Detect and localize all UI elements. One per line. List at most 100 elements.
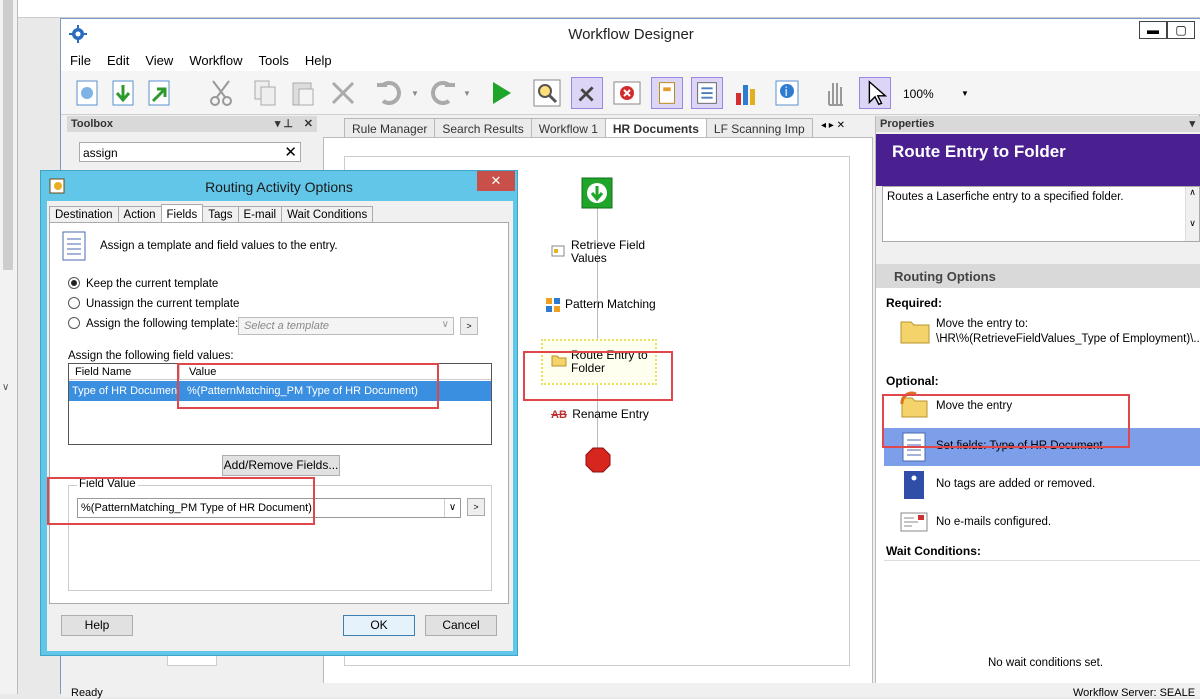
menu-help[interactable]: Help — [296, 49, 339, 68]
minimize-button[interactable]: ▬ — [1139, 21, 1167, 39]
tab-tags[interactable]: Tags — [202, 206, 239, 223]
scroll-thumb[interactable] — [3, 0, 13, 270]
cancel-button[interactable]: Cancel — [425, 615, 497, 636]
tab-search-results[interactable]: Search Results — [434, 118, 532, 138]
dialog-title-bar: Routing Activity Options ✕ — [41, 171, 517, 201]
wait-conditions-label: Wait Conditions: — [886, 544, 981, 558]
move-to-label: Move the entry to: — [936, 318, 1029, 330]
add-remove-fields-button[interactable]: Add/Remove Fields... — [222, 455, 340, 476]
radio-keep-icon[interactable] — [68, 277, 80, 289]
activity-description: Routes a Laserfiche entry to a specified… — [887, 191, 1124, 203]
highlight-route-entry — [523, 351, 673, 401]
tools-icon[interactable] — [571, 77, 603, 109]
pointer-icon[interactable] — [859, 77, 891, 109]
dialog-close-button[interactable]: ✕ — [477, 171, 515, 191]
pin-icon[interactable]: ▾ ⊥ — [275, 117, 293, 130]
close-icon[interactable]: ✕ — [304, 117, 313, 130]
properties-icon[interactable] — [651, 77, 683, 109]
rename-icon: AB — [551, 409, 567, 421]
tags-item[interactable]: No tags are added or removed. — [884, 466, 1200, 504]
play-icon[interactable] — [485, 77, 517, 109]
paste-icon[interactable] — [287, 77, 319, 109]
clear-search-icon[interactable]: ✕ — [284, 143, 297, 161]
export-icon[interactable] — [143, 77, 175, 109]
maximize-button[interactable]: ▢ — [1167, 21, 1195, 39]
dialog-tabs: Destination Action Fields Tags E-mail Wait Co… — [49, 204, 374, 223]
undo-icon[interactable] — [373, 77, 405, 109]
chart-icon[interactable] — [731, 77, 763, 109]
radio-unassign-template[interactable]: Unassign the current template — [68, 297, 239, 310]
cut-icon[interactable] — [205, 77, 237, 109]
email-icon — [900, 512, 928, 532]
tab-lf-scanning[interactable]: LF Scanning Imp — [705, 118, 813, 138]
status-left: Ready — [71, 687, 103, 699]
menu-edit[interactable]: Edit — [98, 49, 136, 68]
menu-tools[interactable]: Tools — [250, 49, 296, 68]
menu-workflow[interactable]: Workflow — [180, 49, 249, 68]
chevron-down-icon[interactable]: ▼ — [961, 89, 969, 98]
tab-action[interactable]: Action — [117, 206, 162, 223]
chevron-down-icon[interactable]: ∨ — [444, 499, 460, 517]
menu-file[interactable]: File — [61, 49, 98, 68]
email-label: No e-mails configured. — [936, 516, 1052, 528]
radio-keep-template[interactable]: Keep the current template — [68, 277, 218, 290]
toolbox-search-input[interactable]: assign — [83, 146, 118, 160]
tab-hr-documents[interactable]: HR Documents — [604, 118, 707, 138]
title-bar: Workflow Designer ▬ ▢ — [61, 19, 1200, 49]
tab-workflow-1[interactable]: Workflow 1 — [530, 118, 606, 138]
checklist-icon[interactable] — [691, 77, 723, 109]
radio-assign-icon[interactable] — [68, 317, 80, 329]
tab-navigation[interactable]: ◂ ▸ ✕ — [821, 120, 845, 131]
chevron-down-icon[interactable]: ▼ — [463, 89, 471, 98]
delete-icon[interactable] — [327, 77, 359, 109]
routing-options-header: Routing Options — [876, 264, 1200, 288]
chevron-down-icon[interactable]: ▼ — [411, 89, 419, 98]
fields-tab-page: Assign a template and field values to th… — [49, 222, 509, 604]
document-tabs: Rule Manager Search Results Workflow 1 HR D… — [344, 118, 864, 138]
info-icon[interactable]: i — [771, 77, 803, 109]
email-item[interactable]: No e-mails configured. — [884, 504, 1200, 542]
tab-email[interactable]: E-mail — [237, 206, 283, 223]
background-left-pane: ∨ — [0, 0, 18, 694]
collapse-icon[interactable]: ▾ — [1189, 117, 1195, 130]
tab-destination[interactable]: Destination — [49, 206, 119, 223]
folder-icon — [900, 321, 930, 344]
radio-assign-label: Assign the following template: — [86, 318, 239, 330]
workflow-item-retrieve[interactable]: Retrieve Field Values — [551, 239, 661, 265]
toolbox-search-box[interactable]: assign ✕ — [79, 142, 301, 162]
document-icon — [62, 231, 86, 261]
workflow-item-rename[interactable]: AB Rename Entry — [551, 407, 671, 421]
start-icon[interactable] — [581, 177, 613, 209]
description-scrollbar[interactable]: ∧ ∨ — [1185, 187, 1199, 241]
svg-text:i: i — [785, 85, 788, 99]
copy-icon[interactable] — [249, 77, 281, 109]
move-to-item[interactable]: Move the entry to: \HR\%(RetrieveFieldVa… — [884, 314, 1200, 352]
tab-rule-manager[interactable]: Rule Manager — [344, 118, 436, 138]
ok-button[interactable]: OK — [343, 615, 415, 636]
tab-wait-conditions[interactable]: Wait Conditions — [281, 206, 374, 223]
search-icon[interactable] — [531, 77, 563, 109]
radio-assign-template[interactable]: Assign the following template: — [68, 317, 238, 330]
workflow-item-label: Retrieve Field Values — [571, 238, 646, 265]
chevron-down-icon[interactable]: ∨ — [442, 319, 449, 330]
radio-unassign-icon[interactable] — [68, 297, 80, 309]
new-workflow-icon[interactable] — [71, 77, 103, 109]
tab-fields[interactable]: Fields — [160, 204, 204, 223]
hand-icon[interactable] — [819, 77, 851, 109]
template-select[interactable]: Select a template ∨ — [238, 317, 454, 335]
menu-view[interactable]: View — [136, 49, 180, 68]
import-icon[interactable] — [107, 77, 139, 109]
properties-title: Properties — [880, 118, 935, 130]
template-browse-button[interactable]: > — [460, 317, 478, 335]
chevron-down-icon[interactable]: ∨ — [2, 382, 9, 393]
field-value-browse-button[interactable]: > — [467, 498, 485, 516]
grid-header-field[interactable]: Field Name — [75, 366, 131, 378]
stop-sign-icon[interactable] — [585, 447, 611, 473]
redo-icon[interactable] — [427, 77, 459, 109]
stop-icon[interactable] — [611, 77, 643, 109]
zoom-level[interactable]: 100% — [903, 87, 934, 101]
properties-header: Properties ▾ — [876, 116, 1200, 132]
workflow-item-label: Rename Entry — [572, 407, 649, 421]
help-button[interactable]: Help — [61, 615, 133, 636]
workflow-item-pattern[interactable]: Pattern Matching — [545, 297, 685, 312]
